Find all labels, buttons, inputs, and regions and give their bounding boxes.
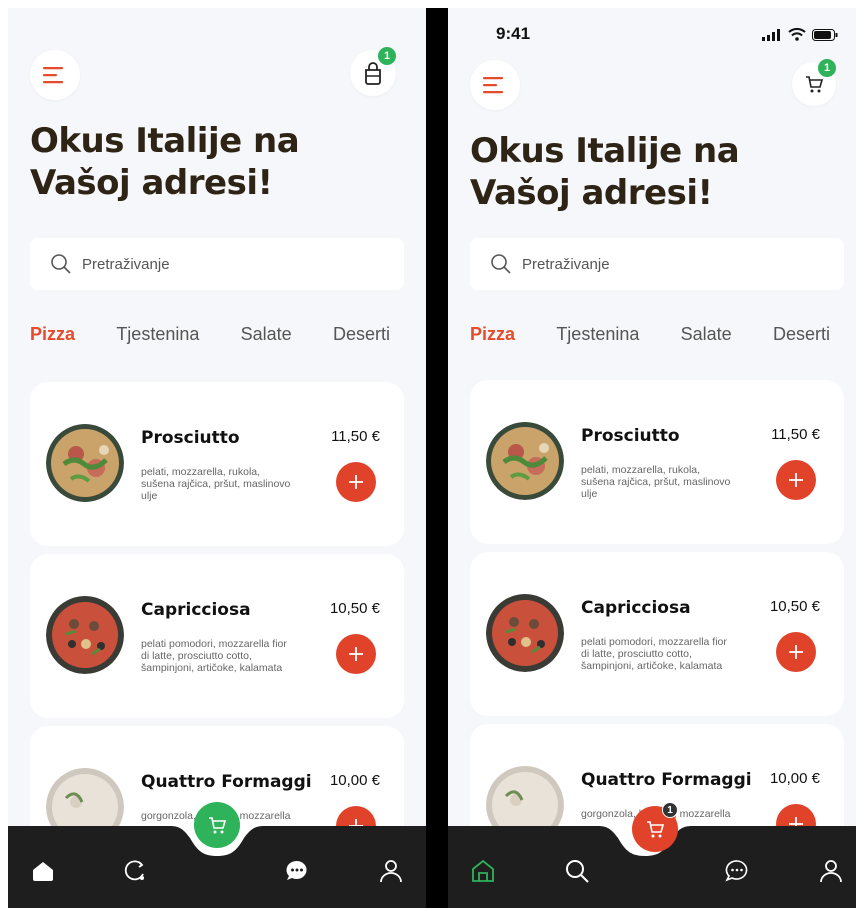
nav-profile[interactable]: [376, 856, 406, 886]
plus-icon: [789, 645, 803, 659]
product-card[interactable]: Prosciutto pelati, mozzarella, rukola, s…: [470, 380, 844, 544]
wifi-icon: [788, 28, 806, 41]
menu-icon: [43, 67, 63, 84]
menu-button[interactable]: [30, 50, 80, 100]
product-name: Prosciutto: [581, 426, 680, 446]
screen-variant-b: 9:41 1 Okus Italije na Vašoj adresi! Pre…: [448, 8, 856, 908]
cart-button[interactable]: 1: [792, 59, 836, 106]
cart-fab-button[interactable]: 1: [632, 802, 678, 852]
add-to-cart-button[interactable]: [776, 460, 816, 500]
product-name: Capricciosa: [581, 598, 691, 618]
product-image: [486, 594, 564, 672]
product-card[interactable]: Capricciosa pelati pomodori, mozzarella …: [470, 552, 844, 716]
shopping-bag-icon: [365, 62, 381, 85]
bottom-navigation: 1: [448, 802, 856, 908]
cart-icon: [806, 76, 824, 93]
product-card[interactable]: Prosciutto pelati, mozzarella, rukola, s…: [30, 382, 404, 546]
plus-icon: [789, 473, 803, 487]
product-price: 11,50 €: [331, 428, 380, 445]
search-input[interactable]: [82, 255, 322, 273]
product-price: 10,50 €: [329, 600, 380, 617]
tab-pizza[interactable]: Pizza: [470, 324, 515, 345]
cart-fab-badge: 1: [662, 802, 678, 818]
user-icon: [380, 860, 402, 883]
nav-home[interactable]: [468, 856, 498, 886]
product-description: pelati pomodori, mozzarella fior di latt…: [581, 636, 727, 672]
user-icon: [820, 860, 842, 883]
screen-variant-a: 1 Okus Italije na Vašoj adresi! Pizza Tj…: [8, 8, 426, 908]
add-to-cart-button[interactable]: [336, 462, 376, 502]
search-bar[interactable]: [470, 238, 844, 290]
cart-icon: [647, 821, 665, 838]
product-image: [486, 422, 564, 500]
add-to-cart-button[interactable]: [776, 632, 816, 672]
nav-history[interactable]: [120, 856, 150, 886]
product-price: 10,00 €: [769, 770, 820, 787]
product-price: 10,50 €: [769, 598, 820, 615]
cart-fab-button[interactable]: [194, 802, 240, 848]
product-name: Quattro Formaggi: [581, 770, 752, 790]
tab-pizza[interactable]: Pizza: [30, 324, 75, 345]
nav-messages[interactable]: [282, 856, 312, 886]
status-bar: 9:41: [448, 18, 856, 48]
product-price: 10,00 €: [329, 772, 380, 789]
cart-icon: [209, 817, 227, 834]
nav-profile[interactable]: [816, 856, 846, 886]
plus-icon: [349, 475, 363, 489]
home-icon: [33, 862, 53, 881]
cart-button[interactable]: 1: [350, 47, 396, 96]
product-price: 11,50 €: [771, 426, 820, 443]
history-icon: [124, 860, 144, 881]
product-name: Quattro Formaggi: [141, 772, 312, 792]
add-to-cart-button[interactable]: [336, 634, 376, 674]
tab-tjestenina[interactable]: Tjestenina: [556, 324, 639, 345]
screen-divider: [426, 8, 448, 908]
plus-icon: [349, 647, 363, 661]
product-description: pelati pomodori, mozzarella fior di latt…: [141, 638, 287, 674]
page-headline: Okus Italije na Vašoj adresi!: [470, 131, 740, 213]
search-bar[interactable]: [30, 238, 404, 290]
nav-search[interactable]: [562, 856, 592, 886]
tab-salate[interactable]: Salate: [681, 324, 732, 345]
menu-button[interactable]: [470, 60, 520, 110]
product-description: pelati, mozzarella, rukola, sušena rajči…: [581, 464, 731, 500]
nav-messages[interactable]: [722, 856, 752, 886]
category-tabs: Pizza Tjestenina Salate Deserti: [30, 324, 390, 345]
cart-count-badge: 1: [378, 47, 396, 65]
signal-icon: [762, 28, 780, 41]
tab-deserti[interactable]: Deserti: [773, 324, 830, 345]
nav-home[interactable]: [28, 856, 58, 886]
tab-tjestenina[interactable]: Tjestenina: [116, 324, 199, 345]
product-name: Prosciutto: [141, 428, 240, 448]
product-description: pelati, mozzarella, rukola, sušena rajči…: [141, 466, 291, 502]
category-tabs: Pizza Tjestenina Salate Deserti: [470, 324, 830, 345]
battery-icon: [812, 28, 838, 41]
home-icon: [472, 859, 494, 882]
search-icon: [566, 860, 589, 883]
chat-bubble-icon: [725, 860, 748, 882]
product-name: Capricciosa: [141, 600, 251, 620]
product-card[interactable]: Capricciosa pelati pomodori, mozzarella …: [30, 554, 404, 718]
page-headline: Okus Italije na Vašoj adresi!: [30, 121, 300, 203]
status-time: 9:41: [496, 24, 531, 43]
search-icon: [51, 254, 71, 274]
tab-deserti[interactable]: Deserti: [333, 324, 390, 345]
search-icon: [491, 254, 511, 274]
product-image: [46, 424, 124, 502]
chat-bubble-icon: [286, 860, 307, 880]
product-image: [46, 596, 124, 674]
search-input[interactable]: [522, 255, 762, 273]
menu-icon: [483, 77, 503, 94]
tab-salate[interactable]: Salate: [241, 324, 292, 345]
cart-count-badge: 1: [818, 59, 836, 77]
bottom-navigation: [8, 802, 426, 908]
